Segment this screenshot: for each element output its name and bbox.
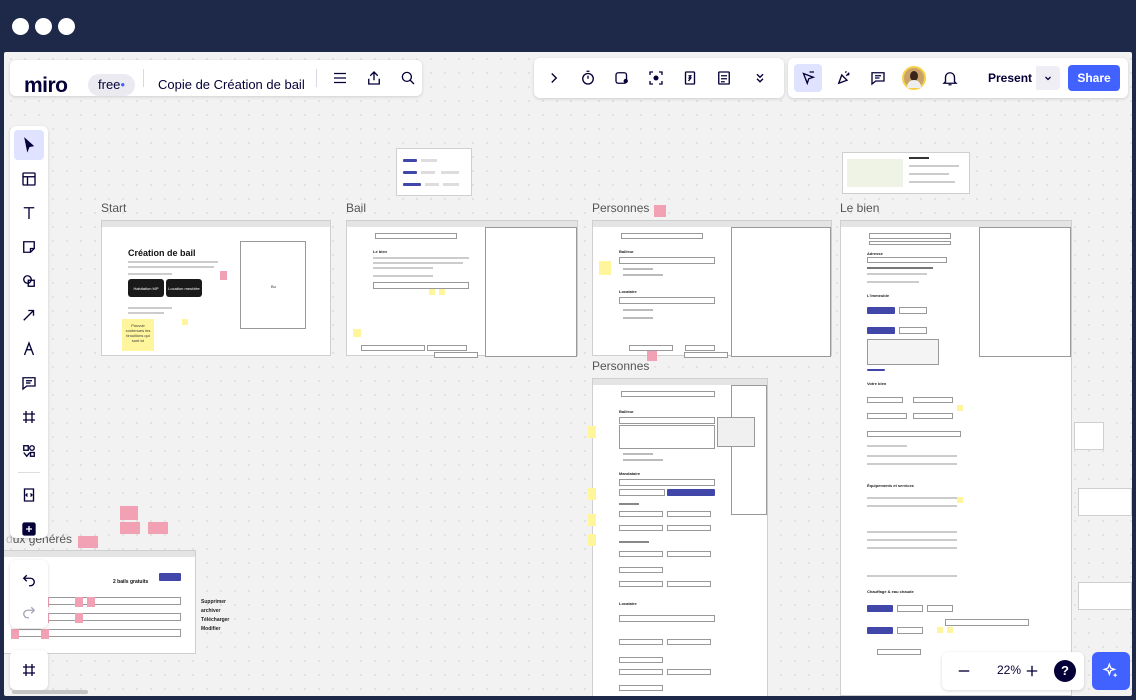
zoom-in-icon[interactable]: [1018, 657, 1046, 685]
board-header-panel: miro free● Copie de Création de bail: [10, 60, 422, 98]
sticky-note[interactable]: [654, 205, 666, 217]
focus-icon[interactable]: [642, 64, 670, 92]
board-canvas[interactable]: Start Création de bail Habitation MP Loc…: [4, 52, 1132, 696]
sparkle-icon: [1102, 662, 1118, 678]
present-dropdown[interactable]: [1036, 66, 1060, 90]
placeholder-box: Bu: [240, 241, 306, 329]
floating-card[interactable]: [842, 152, 970, 194]
embed-icon[interactable]: [14, 480, 44, 510]
frame-title-bail[interactable]: Bail: [346, 201, 366, 215]
search-icon[interactable]: [394, 64, 422, 92]
frame-start[interactable]: Création de bail Habitation MP Location …: [101, 220, 331, 356]
sticky-note[interactable]: [588, 426, 596, 438]
window-titlebar: [0, 0, 1136, 52]
templates-icon[interactable]: [14, 164, 44, 194]
sticky-note[interactable]: [182, 319, 188, 325]
shapes-icon[interactable]: [14, 266, 44, 296]
frames-panel: [10, 650, 48, 690]
reactions-icon[interactable]: [830, 64, 858, 92]
floating-card[interactable]: [396, 148, 472, 196]
frame-personnes-2[interactable]: Bailleur Mandataire Locataire: [592, 378, 768, 696]
miro-logo[interactable]: miro: [24, 74, 68, 98]
undo-icon[interactable]: [14, 564, 44, 594]
menu-modifier[interactable]: Modifier: [201, 625, 229, 634]
plan-badge[interactable]: free●: [88, 74, 136, 96]
generated-count-title: 2 bails gratuits: [113, 579, 149, 585]
pen-tool-icon[interactable]: [14, 334, 44, 364]
menu-icon[interactable]: [326, 64, 354, 92]
frame-le-bien[interactable]: Adresse L'immeuble Votre bien Équipement…: [840, 220, 1072, 696]
mini-card[interactable]: [1078, 488, 1132, 516]
board-title[interactable]: Copie de Création de bail: [158, 77, 305, 92]
voting-icon[interactable]: [608, 64, 636, 92]
sticky-note-icon[interactable]: [14, 232, 44, 262]
mini-card[interactable]: [1078, 582, 1132, 610]
window-dot-icon[interactable]: [12, 18, 29, 35]
redo-icon[interactable]: [14, 596, 44, 626]
frame-tool-icon[interactable]: [14, 402, 44, 432]
window-dot-icon[interactable]: [35, 18, 52, 35]
menu-supprimer[interactable]: Supprimer: [201, 598, 229, 607]
generated-side-menu: Supprimer archiver Télécharger Modifier: [201, 598, 229, 634]
arrow-tool-icon[interactable]: [14, 300, 44, 330]
bell-icon[interactable]: [936, 64, 964, 92]
mini-card[interactable]: [1074, 422, 1104, 450]
location-button[interactable]: Location meublée: [166, 279, 202, 297]
select-tool-icon[interactable]: [14, 130, 44, 160]
frame-bail[interactable]: Le bien: [346, 220, 578, 357]
frame-personnes[interactable]: Bailleur Locataire: [592, 220, 832, 361]
start-title: Création de bail: [128, 248, 196, 258]
timer-icon[interactable]: [574, 64, 602, 92]
habitation-button[interactable]: Habitation MP: [128, 279, 164, 297]
frames-list-icon[interactable]: [14, 655, 44, 685]
sticky-note[interactable]: [588, 514, 596, 526]
text-tool-icon[interactable]: [14, 198, 44, 228]
window-dot-icon[interactable]: [58, 18, 75, 35]
zoom-out-icon[interactable]: [950, 657, 978, 685]
frame-title-start[interactable]: Start: [101, 201, 126, 215]
share-button[interactable]: Share: [1068, 65, 1120, 91]
zoom-panel: 22% ?: [942, 652, 1084, 690]
chevron-down-double-icon[interactable]: [746, 64, 774, 92]
add-more-icon[interactable]: [14, 514, 44, 544]
menu-archiver[interactable]: archiver: [201, 607, 229, 616]
sticky-note[interactable]: [78, 536, 98, 548]
wire-button[interactable]: [434, 352, 478, 358]
horizontal-scrollbar[interactable]: [12, 690, 88, 694]
sticky-note[interactable]: [588, 488, 596, 500]
sticky-note[interactable]: Pouvoir contenues les brouillons qui son…: [122, 319, 154, 351]
left-toolbar: [10, 126, 48, 538]
sticky-note[interactable]: [120, 522, 140, 534]
chevron-down-icon: [1045, 76, 1051, 81]
sticky-note[interactable]: [148, 522, 168, 534]
comment-tool-icon[interactable]: [14, 368, 44, 398]
sticky-note[interactable]: [588, 534, 596, 546]
comments-icon[interactable]: [864, 64, 892, 92]
cursor-tools-icon[interactable]: [794, 64, 822, 92]
apps-icon[interactable]: [14, 436, 44, 466]
avatar[interactable]: [902, 66, 926, 90]
countdown-icon[interactable]: [676, 64, 704, 92]
sticky-note[interactable]: [120, 506, 138, 520]
menu-telecharger[interactable]: Télécharger: [201, 616, 229, 625]
frame-title-personnes-2[interactable]: Personnes: [592, 359, 649, 373]
collab-toolbar: [534, 58, 784, 98]
wire-button[interactable]: [684, 352, 728, 358]
notes-icon[interactable]: [710, 64, 738, 92]
sticky-note[interactable]: [220, 271, 227, 280]
export-icon[interactable]: [360, 64, 388, 92]
undo-redo-panel: [10, 560, 48, 628]
ai-sparkle-button[interactable]: [1092, 652, 1130, 690]
chevron-right-icon[interactable]: [540, 64, 568, 92]
frame-title-le-bien[interactable]: Le bien: [840, 201, 879, 215]
frame-title-personnes[interactable]: Personnes: [592, 201, 649, 215]
help-icon[interactable]: ?: [1054, 660, 1076, 682]
